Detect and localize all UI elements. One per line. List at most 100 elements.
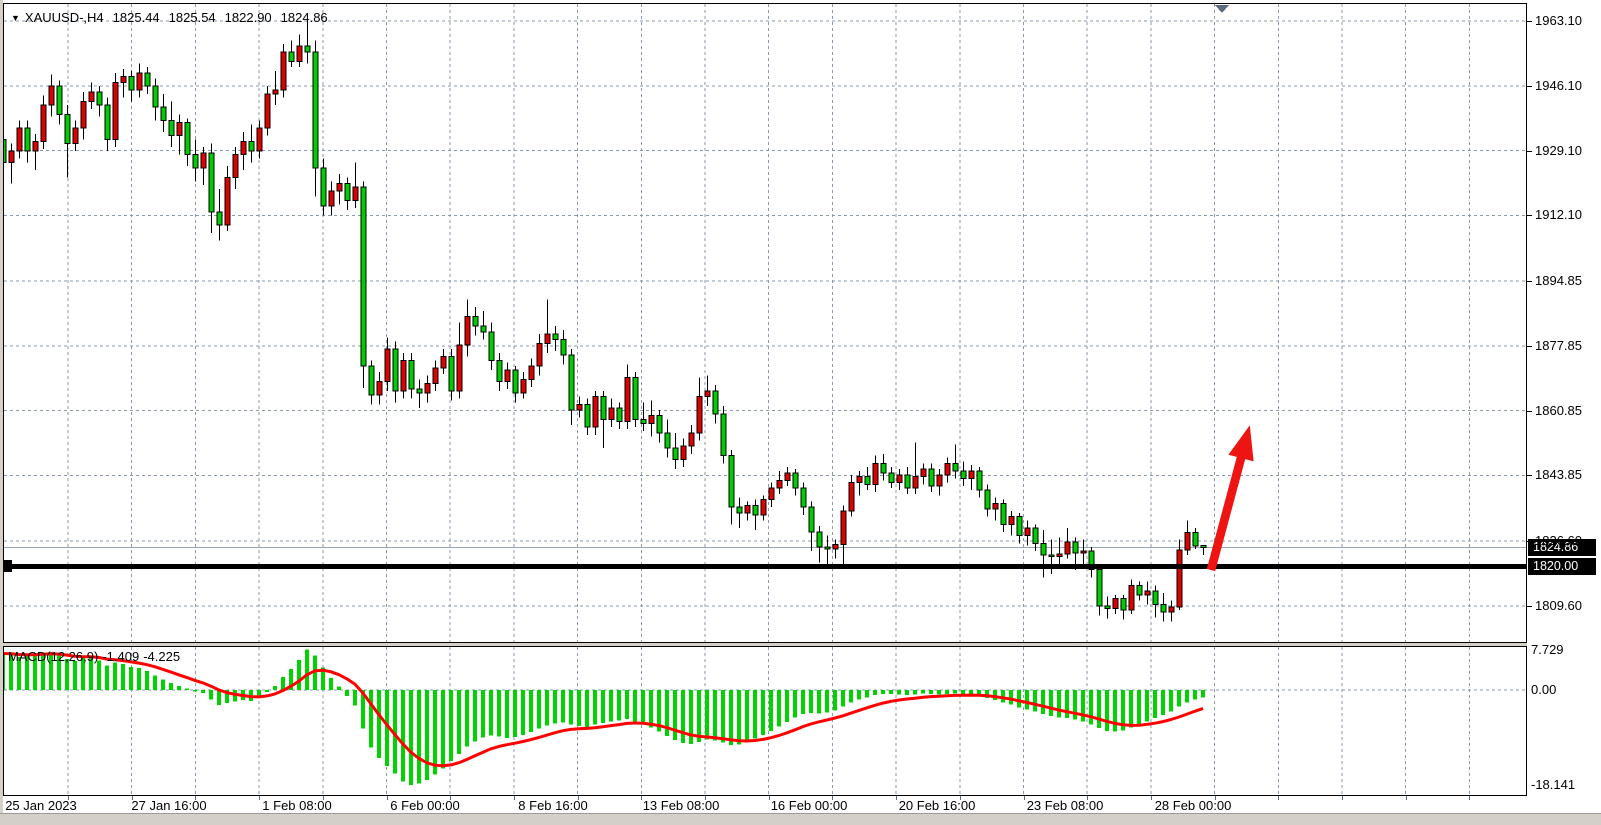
macd-bar — [201, 690, 205, 693]
macd-bar — [1177, 690, 1181, 707]
hline-level-badge: 1820.00 — [1528, 558, 1596, 575]
price-axis-tick — [1527, 606, 1532, 607]
bear-candle — [289, 52, 294, 62]
bear-candle — [1001, 503, 1006, 524]
bear-candle — [1073, 542, 1078, 553]
bear-candle — [1105, 606, 1110, 608]
price-axis-tick — [1527, 346, 1532, 347]
macd-bar — [561, 690, 565, 722]
bull-candle — [353, 187, 358, 200]
panel-divider[interactable] — [3, 643, 1527, 646]
macd-bar — [273, 686, 277, 690]
line-selection-handle[interactable] — [4, 560, 12, 572]
bear-candle — [665, 433, 670, 448]
price-axis-tick — [1527, 151, 1532, 152]
bear-candle — [489, 332, 494, 361]
macd-bar — [697, 690, 701, 742]
macd-bar — [905, 690, 909, 695]
macd-bar — [433, 690, 437, 775]
bull-candle — [761, 500, 766, 515]
macd-bar — [457, 690, 461, 754]
main-chart-panel[interactable]: ▼XAUUSD-,H41825.441825.541822.901824.86 — [3, 3, 1527, 643]
macd-bar — [1161, 690, 1165, 715]
price-axis-label: 1809.60 — [1535, 598, 1582, 614]
bull-candle — [1129, 585, 1134, 610]
macd-bar — [921, 690, 925, 694]
bear-candle — [305, 46, 310, 52]
macd-bar — [305, 650, 309, 690]
macd-bar — [841, 690, 845, 707]
time-axis-label: 8 Feb 16:00 — [498, 798, 608, 813]
bear-candle — [929, 469, 934, 486]
macd-bar — [329, 678, 333, 690]
macd-bar — [729, 690, 733, 745]
price-axis[interactable]: 1824.86 1820.00 1963.101946.101929.10191… — [1527, 0, 1601, 796]
bear-candle — [721, 414, 726, 456]
macd-bar — [137, 668, 141, 690]
macd-bar — [353, 690, 357, 706]
macd-bar — [585, 690, 589, 727]
macd-bar — [161, 680, 165, 690]
horizontal-line-1820[interactable] — [4, 564, 1526, 569]
bear-candle — [313, 52, 318, 168]
bear-candle — [161, 107, 166, 120]
macd-bar — [409, 690, 413, 785]
bear-candle — [753, 505, 758, 515]
bear-candle — [473, 317, 478, 327]
bear-candle — [513, 370, 518, 393]
symbol-ohlc-header: ▼XAUUSD-,H41825.441825.541822.901824.86 — [11, 10, 328, 25]
bear-candle — [905, 475, 910, 488]
macd-bar — [609, 690, 613, 721]
bull-candle — [545, 334, 550, 344]
macd-bar — [425, 690, 429, 780]
bull-candle — [537, 343, 542, 366]
macd-bar — [873, 690, 877, 695]
candlestick-series — [4, 21, 1206, 621]
bull-candle — [505, 370, 510, 381]
macd-bar — [865, 690, 869, 697]
bear-candle — [145, 73, 150, 86]
macd-bar — [745, 690, 749, 742]
chart-window: ▼XAUUSD-,H41825.441825.541822.901824.86 … — [0, 0, 1601, 825]
macd-header: MACD(12,26,9)-1.409-4.225 — [8, 649, 184, 664]
bull-candle — [593, 397, 598, 427]
chart-shift-marker[interactable] — [1215, 5, 1229, 13]
macd-bar — [1057, 690, 1061, 718]
bull-candle — [769, 488, 774, 499]
bear-candle — [1121, 599, 1126, 610]
trend-arrow[interactable] — [1207, 425, 1254, 571]
macd-bar — [1193, 690, 1197, 699]
macd-bar — [401, 690, 405, 782]
bull-candle — [265, 94, 270, 128]
macd-bar — [73, 661, 77, 690]
macd-bar — [1185, 690, 1189, 703]
macd-bar — [209, 690, 213, 699]
bull-candle — [921, 469, 926, 477]
bull-candle — [177, 122, 182, 135]
macd-bar — [441, 690, 445, 768]
bull-candle — [1057, 554, 1062, 557]
bull-candle — [841, 511, 846, 545]
bear-candle — [713, 391, 718, 414]
macd-bar — [881, 690, 885, 694]
macd-bar — [1089, 690, 1093, 725]
bull-candle — [17, 128, 22, 151]
bull-candle — [385, 349, 390, 381]
bear-candle — [641, 420, 646, 424]
bear-candle — [561, 340, 566, 355]
macd-indicator-panel[interactable]: MACD(12,26,9)-1.409-4.225 — [3, 646, 1527, 796]
bear-candle — [1201, 545, 1206, 547]
bull-candle — [1025, 528, 1030, 536]
time-axis-label: 1 Feb 08:00 — [242, 798, 352, 813]
open-value: 1825.44 — [113, 10, 160, 25]
macd-histogram — [4, 650, 1205, 785]
bull-candle — [433, 368, 438, 383]
chevron-down-icon[interactable]: ▼ — [11, 13, 20, 23]
macd-bar — [777, 690, 781, 727]
bull-candle — [609, 408, 614, 419]
macd-bar — [217, 690, 221, 705]
macd-bar — [737, 690, 741, 744]
macd-bar — [1097, 690, 1101, 728]
time-axis[interactable]: 25 Jan 202327 Jan 16:001 Feb 08:006 Feb … — [0, 796, 1601, 813]
macd-bar — [889, 690, 893, 694]
